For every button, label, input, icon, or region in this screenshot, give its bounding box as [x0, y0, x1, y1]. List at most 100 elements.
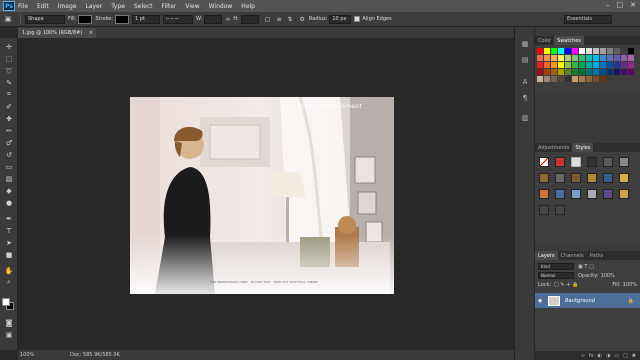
swatch[interactable] — [593, 62, 599, 68]
layer-row-background[interactable]: ◉ Background 🔒 — [535, 293, 640, 308]
swatch[interactable] — [551, 48, 557, 54]
swatch[interactable] — [586, 48, 592, 54]
style-swatch[interactable] — [603, 189, 613, 199]
swatch[interactable] — [628, 48, 634, 54]
swatch[interactable] — [537, 55, 543, 61]
swatch[interactable] — [593, 69, 599, 75]
swatch[interactable] — [572, 69, 578, 75]
swatch[interactable] — [607, 48, 613, 54]
swatch[interactable] — [621, 69, 627, 75]
swatch[interactable] — [537, 76, 543, 82]
paragraph-icon[interactable]: ¶ — [520, 93, 530, 102]
new-layer-icon[interactable]: □ — [623, 353, 628, 359]
link-icon[interactable]: ∞ — [225, 16, 230, 23]
path-arrange-icon[interactable]: ⇅ — [288, 16, 293, 23]
swatch[interactable] — [593, 48, 599, 54]
align-edges-checkbox[interactable] — [354, 16, 361, 22]
menu-view[interactable]: View — [185, 3, 199, 10]
eraser-tool-icon[interactable]: ▭ — [4, 162, 14, 171]
brush-tool-icon[interactable]: ✏ — [4, 126, 14, 135]
swatch[interactable] — [593, 76, 599, 82]
menu-edit[interactable]: Edit — [37, 3, 49, 10]
trash-icon[interactable]: ✖ — [632, 353, 636, 359]
link-layers-icon[interactable]: ∞ — [581, 353, 585, 359]
healing-brush-tool-icon[interactable]: ✚ — [4, 114, 14, 123]
brush-presets-icon[interactable]: ▥ — [520, 113, 530, 122]
quick-mask-icon[interactable]: ◙ — [4, 318, 14, 327]
gradient-tool-icon[interactable]: ▨ — [4, 174, 14, 183]
crop-tool-icon[interactable]: ⌗ — [4, 90, 14, 99]
swatch[interactable] — [621, 62, 627, 68]
folder-icon[interactable]: ▭ — [614, 353, 619, 359]
swatch[interactable] — [544, 55, 550, 61]
opacity-value[interactable]: 100% — [601, 273, 615, 279]
swatch[interactable] — [586, 55, 592, 61]
radius-field[interactable]: 10 px — [329, 14, 352, 24]
swatch[interactable] — [558, 69, 564, 75]
swatch[interactable] — [558, 55, 564, 61]
zoom-tool-icon[interactable]: ⌕ — [4, 278, 14, 287]
menu-layer[interactable]: Layer — [85, 3, 102, 10]
tab-color[interactable]: Color — [535, 36, 554, 45]
close-icon[interactable]: ✕ — [630, 1, 636, 9]
lasso-tool-icon[interactable]: ➰ — [4, 66, 14, 75]
swatch[interactable] — [551, 76, 557, 82]
stroke-type-select[interactable]: ─ ─ ─ — [163, 14, 193, 24]
menu-image[interactable]: Image — [58, 3, 77, 10]
swatch[interactable] — [579, 62, 585, 68]
stroke-swatch[interactable] — [115, 14, 129, 24]
swatch[interactable] — [537, 48, 543, 54]
swatch[interactable] — [607, 62, 613, 68]
style-swatch[interactable] — [587, 189, 597, 199]
width-field[interactable] — [204, 14, 223, 24]
swatch[interactable] — [600, 55, 606, 61]
swatch[interactable] — [537, 62, 543, 68]
swatch[interactable] — [579, 55, 585, 61]
swatch[interactable] — [537, 69, 543, 75]
menu-select[interactable]: Select — [134, 3, 153, 10]
rectangle-tool-icon[interactable]: ■ — [4, 250, 14, 259]
style-swatch[interactable] — [555, 205, 565, 215]
style-swatch[interactable] — [587, 157, 597, 167]
screen-mode-icon[interactable]: ▣ — [4, 330, 14, 339]
style-swatch[interactable] — [539, 173, 549, 183]
minimize-icon[interactable]: – — [606, 1, 610, 9]
style-swatch[interactable] — [555, 173, 565, 183]
style-swatch[interactable] — [539, 205, 549, 215]
swatch[interactable] — [593, 55, 599, 61]
swatch[interactable] — [551, 69, 557, 75]
quick-select-tool-icon[interactable]: ✎ — [4, 78, 14, 87]
swatch[interactable] — [572, 48, 578, 54]
swatch[interactable] — [607, 69, 613, 75]
fx-icon[interactable]: fx — [589, 353, 594, 359]
pen-tool-icon[interactable]: ✒ — [4, 214, 14, 223]
swatch[interactable] — [628, 55, 634, 61]
swatch[interactable] — [544, 69, 550, 75]
swatch[interactable] — [579, 76, 585, 82]
swatch[interactable] — [565, 48, 571, 54]
swatch[interactable] — [572, 76, 578, 82]
path-selection-tool-icon[interactable]: ➤ — [4, 238, 14, 247]
swatch[interactable] — [614, 62, 620, 68]
document-tab[interactable]: 1.jpg @ 100% (RGB/8#) × — [18, 28, 96, 38]
swatch[interactable] — [558, 48, 564, 54]
blend-mode-select[interactable]: Normal — [538, 272, 574, 279]
swatch[interactable] — [551, 62, 557, 68]
swatch[interactable] — [544, 48, 550, 54]
style-swatch[interactable] — [571, 157, 581, 167]
swatch[interactable] — [565, 69, 571, 75]
style-swatch[interactable] — [555, 189, 565, 199]
path-ops-icon[interactable]: ▢ — [265, 16, 271, 23]
menu-help[interactable]: Help — [241, 3, 255, 10]
tool-preset-icon[interactable]: ▣ — [0, 15, 16, 23]
menu-file[interactable]: File — [18, 3, 28, 10]
zoom-level[interactable]: 100% — [20, 352, 40, 358]
swatch[interactable] — [565, 55, 571, 61]
swatch[interactable] — [579, 69, 585, 75]
swatch[interactable] — [572, 62, 578, 68]
menu-filter[interactable]: Filter — [162, 3, 177, 10]
eyedropper-tool-icon[interactable]: ✐ — [4, 102, 14, 111]
filter-icons[interactable]: ▣ T □ — [578, 264, 594, 270]
menu-type[interactable]: Type — [111, 3, 125, 10]
swatch[interactable] — [558, 62, 564, 68]
